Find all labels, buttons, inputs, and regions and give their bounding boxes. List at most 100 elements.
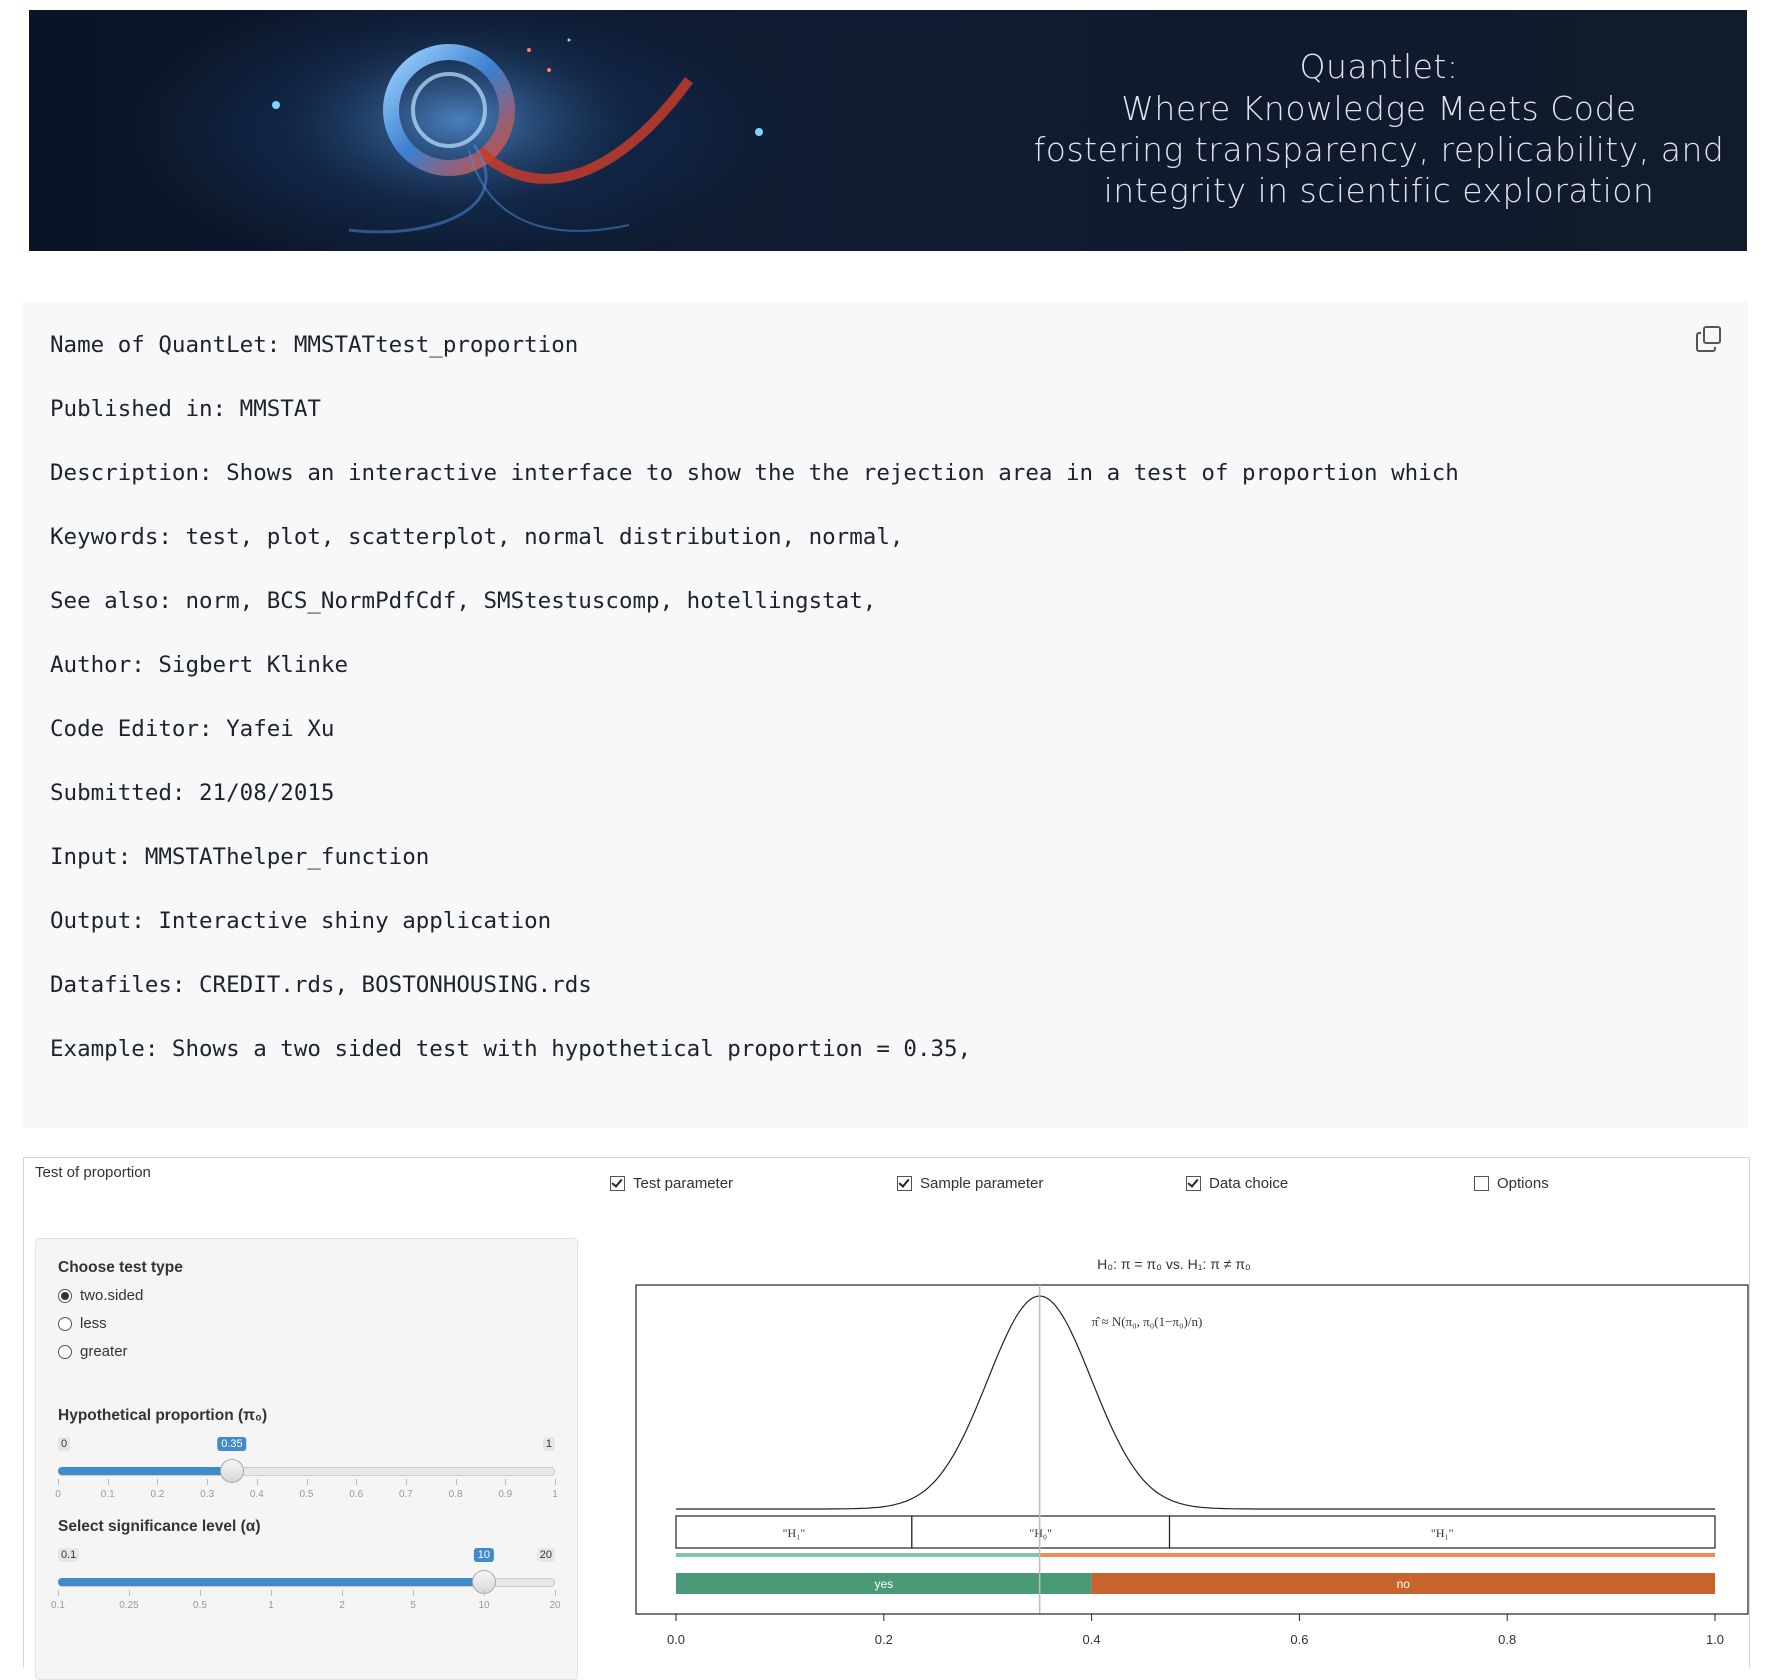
region-label: "H₁" (783, 1526, 806, 1540)
slider-tick-label: 0.3 (200, 1489, 215, 1500)
plot-title: H₀: π = π₀ vs. H₁: π ≠ π₀ (1097, 1256, 1251, 1272)
slider-tick-label: 1 (268, 1600, 274, 1611)
slider-fill (58, 1467, 232, 1475)
slider-tick-mark (207, 1479, 209, 1485)
slider-min: 0.1 (58, 1548, 80, 1562)
slider-value: 10 (473, 1548, 495, 1562)
x-tick-label: 0.6 (1290, 1632, 1308, 1647)
slider-tick-label: 0.8 (448, 1489, 463, 1500)
slider-tick-mark (58, 1479, 59, 1485)
meta-see-also: See also: norm, BCS_NormPdfCdf, SMStestu… (50, 588, 877, 614)
slider-min: 0 (58, 1437, 71, 1451)
slider-tick-mark (455, 1479, 457, 1485)
test-type-label: Choose test type (58, 1259, 183, 1276)
toggle-label: Options (1497, 1175, 1549, 1192)
banner: Quantlet: Where Knowledge Meets Code fos… (29, 10, 1747, 251)
slider-tick-mark (342, 1590, 343, 1596)
slider-tick-mark (129, 1590, 130, 1596)
radio-label: two.sided (80, 1287, 144, 1304)
slider-tick-label: 1 (552, 1489, 558, 1500)
decision-label: no (1397, 1577, 1411, 1591)
banner-line-4: integrity in scientific exploration (1103, 171, 1655, 210)
meta-published: Published in: MMSTAT (50, 396, 321, 422)
radio-less[interactable]: less (58, 1315, 107, 1332)
region-label: "H₀" (1029, 1526, 1052, 1540)
toggle-options[interactable]: Options (1474, 1175, 1549, 1192)
radio-button[interactable] (58, 1344, 72, 1359)
radio-two-sided[interactable]: two.sided (58, 1287, 143, 1304)
region-label: "H₁" (1431, 1526, 1454, 1540)
toggle-label: Test parameter (633, 1175, 734, 1192)
toggle-test-parameter[interactable]: Test parameter (610, 1175, 733, 1192)
slider-tick-label: 5 (410, 1600, 416, 1611)
proportion-slider[interactable]: 0 1 0.35 0 0.1 0.2 0.3 0.4 0.5 0.6 0.7 0.8 0.9 1 (55, 1437, 558, 1517)
slider-tick-label: 0.9 (498, 1489, 513, 1500)
toggle-label: Data choice (1209, 1175, 1289, 1192)
slider-tick-mark (271, 1590, 272, 1596)
checkbox-options[interactable] (1474, 1176, 1489, 1191)
slider-tick-mark (555, 1590, 556, 1596)
meta-author: Author: Sigbert Klinke (50, 652, 349, 678)
toggle-data-choice[interactable]: Data choice (1186, 1175, 1288, 1192)
density-annotation: π̂ ≈ N(π₀, π₀(1−π₀)/n) (1092, 1314, 1203, 1329)
slider-tick-label: 0.5 (299, 1489, 314, 1500)
radio-button[interactable] (58, 1316, 72, 1331)
slider-max: 1 (542, 1437, 555, 1451)
metadata-code-block: Name of QuantLet: MMSTATtest_proportion … (23, 302, 1748, 1128)
slider-tick-mark (256, 1479, 258, 1485)
meta-input: Input: MMSTAThelper_function (50, 844, 430, 870)
significance-slider[interactable]: 0.1 20 10 0.1 0.25 0.5 1 2 5 10 20 (51, 1548, 561, 1628)
slider-tick-mark (413, 1590, 414, 1596)
slider-tick-mark (200, 1590, 201, 1596)
x-tick-label: 0.4 (1083, 1632, 1101, 1647)
meta-keywords: Keywords: test, plot, scatterplot, norma… (50, 524, 904, 550)
radio-greater[interactable]: greater (58, 1343, 128, 1360)
plot-svg: H₀: π = π₀ vs. H₁: π ≠ π₀ π̂ ≈ N(π₀, π₀(1… (635, 1256, 1749, 1647)
slider-tick-mark (58, 1590, 59, 1596)
radio-label: greater (80, 1343, 128, 1360)
slider-tick-label: 0.1 (51, 1600, 65, 1611)
slider-tick-mark (484, 1590, 485, 1596)
sig-slider-label: Select significance level (α) (58, 1518, 261, 1535)
slider-max: 20 (536, 1548, 555, 1562)
banner-title: Quantlet: (1299, 47, 1459, 86)
slider-tick-label: 10 (478, 1600, 490, 1611)
meta-submitted: Submitted: 21/08/2015 (50, 780, 335, 806)
slider-tick-mark (107, 1479, 109, 1485)
slider-tick-label: 0 (55, 1489, 61, 1500)
slider-tick-mark (157, 1479, 159, 1485)
input-sidebar: Choose test type two.sided less greater … (35, 1238, 578, 1680)
slider-tick-label: 0.1 (100, 1489, 115, 1500)
app-title: Test of proportion (35, 1164, 151, 1181)
quantlet-logo-graphic (259, 20, 763, 240)
slider-tick-label: 20 (549, 1600, 561, 1611)
slider-tick-mark (356, 1479, 358, 1485)
radio-label: less (80, 1315, 107, 1332)
meta-example: Example: Shows a two sided test with hyp… (50, 1036, 972, 1062)
copy-icon[interactable] (1694, 324, 1724, 354)
banner-line-3: fostering transparency, replicability, a… (1033, 130, 1725, 169)
slider-tick-mark (306, 1479, 308, 1485)
slider-tick-label: 0.2 (150, 1489, 165, 1500)
meta-description: Description: Shows an interactive interf… (50, 460, 1459, 486)
thin-decision-bar (676, 1553, 1040, 1557)
banner-tagline: Quantlet: Where Knowledge Meets Code fos… (1029, 46, 1729, 211)
radio-button[interactable] (58, 1288, 72, 1303)
checkbox-test-parameter[interactable] (610, 1176, 625, 1191)
toggle-sample-parameter[interactable]: Sample parameter (897, 1175, 1043, 1192)
slider-tick-label: 2 (339, 1600, 345, 1611)
x-tick-label: 1.0 (1706, 1632, 1724, 1647)
slider-tick-mark (505, 1479, 507, 1485)
checkbox-sample-parameter[interactable] (897, 1176, 912, 1191)
slider-tick-mark (405, 1479, 407, 1485)
checkbox-data-choice[interactable] (1186, 1176, 1201, 1191)
shiny-app-panel: Test of proportion Test parameter Sample… (23, 1157, 1750, 1680)
meta-datafiles: Datafiles: CREDIT.rds, BOSTONHOUSING.rds (50, 972, 592, 998)
plot-frame (635, 1284, 1749, 1615)
prop-slider-label: Hypothetical proportion (π₀) (58, 1407, 268, 1424)
meta-code-editor: Code Editor: Yafei Xu (50, 716, 335, 742)
slider-tick-label: 0.25 (119, 1600, 139, 1611)
meta-output: Output: Interactive shiny application (50, 908, 552, 934)
x-tick-label: 0.8 (1498, 1632, 1516, 1647)
meta-name: Name of QuantLet: MMSTATtest_proportion (50, 332, 579, 358)
